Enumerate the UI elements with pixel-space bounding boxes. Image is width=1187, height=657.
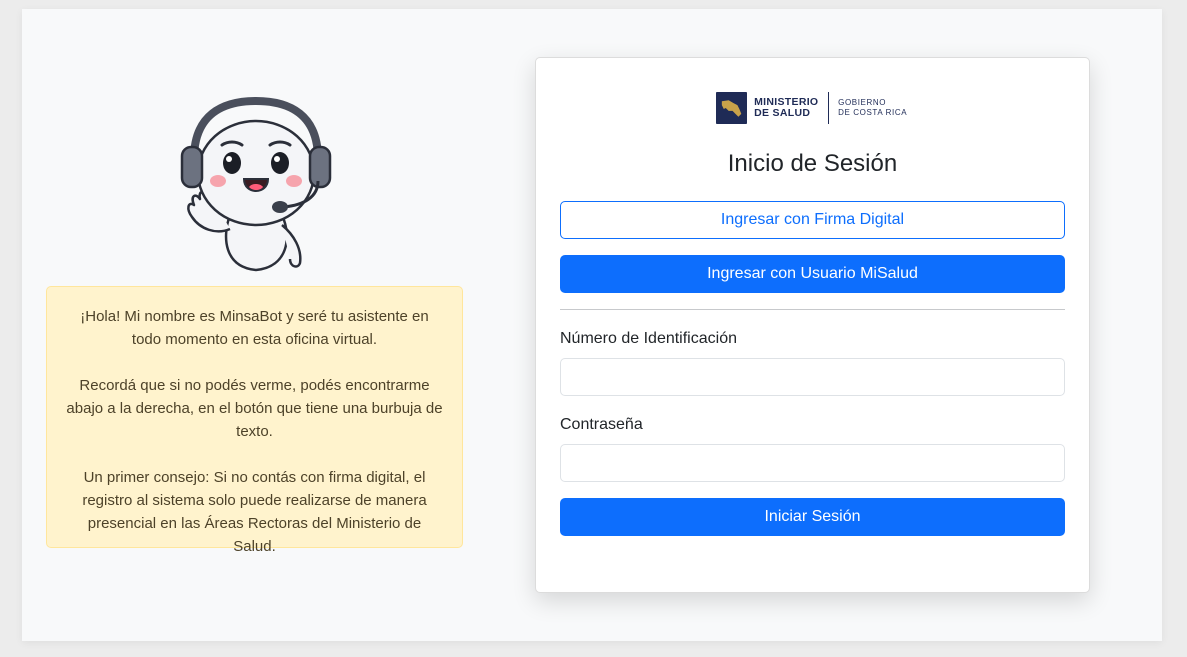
login-title: Inicio de Sesión (727, 150, 898, 177)
section-divider (560, 309, 1065, 310)
password-label: Contraseña (560, 416, 643, 433)
costa-rica-map-icon (716, 92, 748, 124)
assistant-message-greeting: ¡Hola! Mi nombre es MinsaBot y seré tu a… (80, 308, 429, 348)
id-number-label: Número de Identificación (560, 330, 737, 347)
logo-ministry-name: MINISTERIO DE SALUD (754, 96, 819, 119)
assistant-message-registration-tip: Un primer consejo: Si no contás con firm… (82, 469, 427, 555)
id-number-input[interactable] (560, 358, 1065, 396)
logo-government-name: GOBIERNO DE COSTA RICA (838, 98, 908, 117)
misalud-login-button[interactable]: Ingresar con Usuario MiSalud (560, 255, 1065, 293)
login-submit-button[interactable]: Iniciar Sesión (560, 498, 1065, 536)
ministerio-salud-logo: MINISTERIO DE SALUD GOBIERNO DE COSTA RI… (716, 91, 916, 125)
assistant-message-location-tip: Recordá que si no podés verme, podés enc… (66, 377, 443, 440)
login-card: MINISTERIO DE SALUD GOBIERNO DE COSTA RI… (535, 57, 1090, 593)
minsabot-mascot (178, 96, 334, 275)
assistant-message-box: ¡Hola! Mi nombre es MinsaBot y seré tu a… (46, 286, 463, 555)
password-input[interactable] (560, 444, 1065, 482)
firma-digital-button[interactable]: Ingresar con Firma Digital (560, 201, 1065, 239)
logo-separator (828, 92, 830, 124)
